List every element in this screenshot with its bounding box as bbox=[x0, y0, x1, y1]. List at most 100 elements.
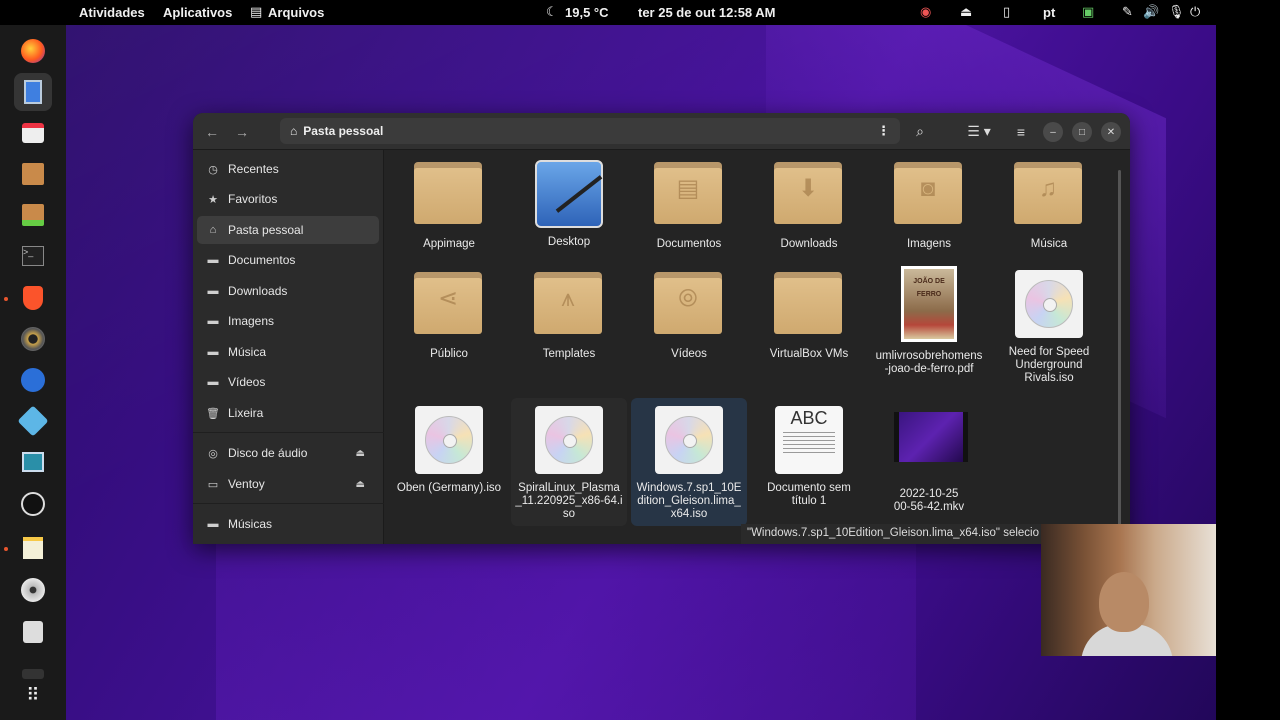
dock: >_ ⠿ bbox=[0, 25, 66, 720]
file-item-selected[interactable]: Windows.7.sp1_10Edition_Gleison.lima_x64… bbox=[631, 398, 747, 526]
terminal-icon[interactable]: >_ bbox=[14, 237, 52, 275]
file-label: Documento sem título 1 bbox=[767, 482, 851, 507]
disc-icon[interactable] bbox=[14, 571, 52, 609]
audio-icon[interactable] bbox=[14, 320, 52, 358]
firefox-icon[interactable] bbox=[14, 32, 52, 70]
weather-indicator[interactable]: 19,5 °C bbox=[565, 5, 609, 20]
text-editor-icon[interactable] bbox=[14, 529, 52, 567]
more-options-icon[interactable]: ⋮ bbox=[877, 123, 890, 139]
sidebar-item-ventoy[interactable]: ▭ Ventoy ⏏ bbox=[197, 470, 379, 498]
eject-icon[interactable]: ⏏ bbox=[356, 479, 365, 490]
file-item[interactable]: ♫ Música bbox=[991, 156, 1107, 251]
sidebar-item-label: Vídeos bbox=[228, 375, 266, 389]
clipboard-icon[interactable]: ▯ bbox=[1003, 4, 1010, 20]
applications-menu[interactable]: Aplicativos bbox=[163, 5, 232, 20]
view-options-icon[interactable]: ☰ ▾ bbox=[961, 119, 997, 144]
sidebar-item-favoritos[interactable]: ★ Favoritos bbox=[197, 185, 379, 213]
desktop-folder-icon bbox=[535, 160, 603, 228]
menu-icon[interactable]: ≡ bbox=[1010, 119, 1032, 144]
sidebar-item-downloads[interactable]: ▬ Downloads bbox=[197, 277, 379, 305]
eject-icon[interactable]: ⏏ bbox=[356, 448, 365, 459]
close-icon[interactable]: ✕ bbox=[1101, 122, 1121, 142]
game-icon[interactable] bbox=[14, 402, 52, 440]
sidebar-item-documentos[interactable]: ▬ Documentos bbox=[197, 246, 379, 274]
sidebar-item-musica[interactable]: ▬ Música bbox=[197, 338, 379, 366]
sidebar: ◷ Recentes ★ Favoritos ⌂ Pasta pessoal ▬ Doc… bbox=[193, 150, 384, 544]
iso-disc-icon bbox=[1015, 270, 1083, 338]
file-label: Imagens bbox=[906, 238, 952, 250]
volume-icon[interactable]: 🔊 bbox=[1143, 4, 1159, 20]
eject-icon[interactable]: ⏏ bbox=[960, 4, 972, 20]
microphone-icon[interactable]: 🎙 bbox=[1168, 4, 1185, 20]
file-label: Vídeos bbox=[671, 348, 707, 360]
keyboard-layout[interactable]: pt bbox=[1043, 5, 1055, 20]
documents-folder-icon: ▤ bbox=[654, 162, 722, 224]
pen-icon[interactable]: ✎ bbox=[1122, 4, 1133, 20]
file-item[interactable]: Need for Speed Underground Rivals.iso bbox=[991, 266, 1107, 385]
record-icon[interactable]: ◉ bbox=[920, 4, 931, 20]
file-item[interactable]: ABC Documento sem título 1 bbox=[751, 402, 867, 508]
file-item[interactable]: SpiralLinux_Plasma_11.220925_x86-64.iso bbox=[511, 398, 627, 526]
downloads-folder-icon: ⬇ bbox=[774, 162, 842, 224]
folder-icon bbox=[414, 162, 482, 224]
sidebar-item-lixeira[interactable]: 🗑 Lixeira bbox=[197, 399, 379, 427]
activities-button[interactable]: Atividades bbox=[79, 5, 145, 20]
file-item[interactable]: ⋖ Público bbox=[391, 266, 507, 361]
file-item[interactable]: ⬇ Downloads bbox=[751, 156, 867, 251]
file-item[interactable]: Desktop bbox=[511, 156, 627, 249]
file-item[interactable]: ⩚ Templates bbox=[511, 266, 627, 361]
maximize-icon[interactable]: □ bbox=[1072, 122, 1092, 142]
templates-folder-icon: ⩚ bbox=[534, 272, 602, 334]
moon-icon: ☾ bbox=[546, 4, 558, 19]
file-item[interactable]: JOÃO DE FERRO umlivrosobrehomens-joao-de… bbox=[871, 262, 987, 376]
image-viewer-icon[interactable]: ▣ bbox=[1082, 4, 1094, 20]
path-bar[interactable]: ⌂ Pasta pessoal ⋮ bbox=[280, 118, 900, 144]
sidebar-item-pasta-pessoal[interactable]: ⌂ Pasta pessoal bbox=[197, 216, 379, 244]
file-item[interactable]: Oben (Germany).iso bbox=[391, 402, 507, 495]
archive-manager-icon[interactable] bbox=[14, 155, 52, 193]
document-preview-text: ABC bbox=[790, 408, 828, 428]
back-icon[interactable]: ← bbox=[201, 119, 223, 144]
search-icon[interactable]: ⌕ bbox=[909, 119, 931, 144]
file-label: 2022-10-25 00-56-42.mkv bbox=[893, 488, 965, 513]
clock[interactable]: ter 25 de out 12:58 AM bbox=[638, 5, 776, 20]
running-indicator bbox=[4, 297, 8, 301]
equalizer-icon[interactable] bbox=[14, 361, 52, 399]
sidebar-item-disco-de-audio[interactable]: ◎ Disco de áudio ⏏ bbox=[197, 439, 379, 467]
software-install-icon[interactable] bbox=[14, 196, 52, 234]
files-app-menu[interactable]: Arquivos bbox=[268, 5, 324, 20]
app-grid-icon[interactable]: ⠿ bbox=[14, 677, 52, 713]
software-store-icon[interactable] bbox=[14, 114, 52, 152]
file-label: Desktop bbox=[547, 236, 591, 248]
obs-icon[interactable] bbox=[14, 485, 52, 523]
sidebar-item-label: Ventoy bbox=[228, 477, 265, 491]
brave-icon[interactable] bbox=[14, 279, 52, 317]
folder-icon: ▬ bbox=[207, 315, 219, 327]
scrollbar[interactable] bbox=[1118, 170, 1121, 540]
forward-icon[interactable]: → bbox=[231, 119, 253, 144]
folder-icon: ▬ bbox=[207, 285, 219, 297]
file-item[interactable]: Appimage bbox=[391, 156, 507, 251]
file-label: Windows.7.sp1_10Edition_Gleison.lima_x64… bbox=[636, 482, 742, 520]
pdf-cover-text: JOÃO DE FERRO bbox=[904, 269, 954, 339]
file-item[interactable]: ⦾ Vídeos bbox=[631, 266, 747, 361]
file-item[interactable]: VirtualBox VMs bbox=[751, 266, 867, 361]
minimize-icon[interactable]: – bbox=[1043, 122, 1063, 142]
files-icon[interactable] bbox=[14, 73, 52, 111]
header-bar: ← → ⌂ Pasta pessoal ⋮ ⌕ ☰ ▾ ≡ – □ ✕ bbox=[193, 113, 1130, 150]
file-manager-window: ← → ⌂ Pasta pessoal ⋮ ⌕ ☰ ▾ ≡ – □ ✕ ◷ Rec… bbox=[193, 113, 1130, 544]
pictures-folder-icon: ◙ bbox=[894, 162, 962, 224]
file-label: Música bbox=[1030, 238, 1068, 250]
file-item[interactable]: 2022-10-25 00-56-42.mkv bbox=[871, 402, 987, 514]
file-item[interactable]: ▤ Documentos bbox=[631, 156, 747, 251]
sidebar-item-label: Downloads bbox=[228, 284, 288, 298]
power-icon[interactable]: ⏻ bbox=[1190, 4, 1200, 20]
sidebar-item-musicas[interactable]: ▬ Músicas bbox=[197, 510, 379, 538]
system-monitor-icon[interactable] bbox=[14, 443, 52, 481]
folder-icon: ▬ bbox=[207, 346, 219, 358]
sidebar-item-videos[interactable]: ▬ Vídeos bbox=[197, 368, 379, 396]
usb-icon[interactable] bbox=[14, 613, 52, 651]
sidebar-item-recentes[interactable]: ◷ Recentes bbox=[197, 155, 379, 183]
sidebar-item-imagens[interactable]: ▬ Imagens bbox=[197, 307, 379, 335]
file-item[interactable]: ◙ Imagens bbox=[871, 156, 987, 251]
